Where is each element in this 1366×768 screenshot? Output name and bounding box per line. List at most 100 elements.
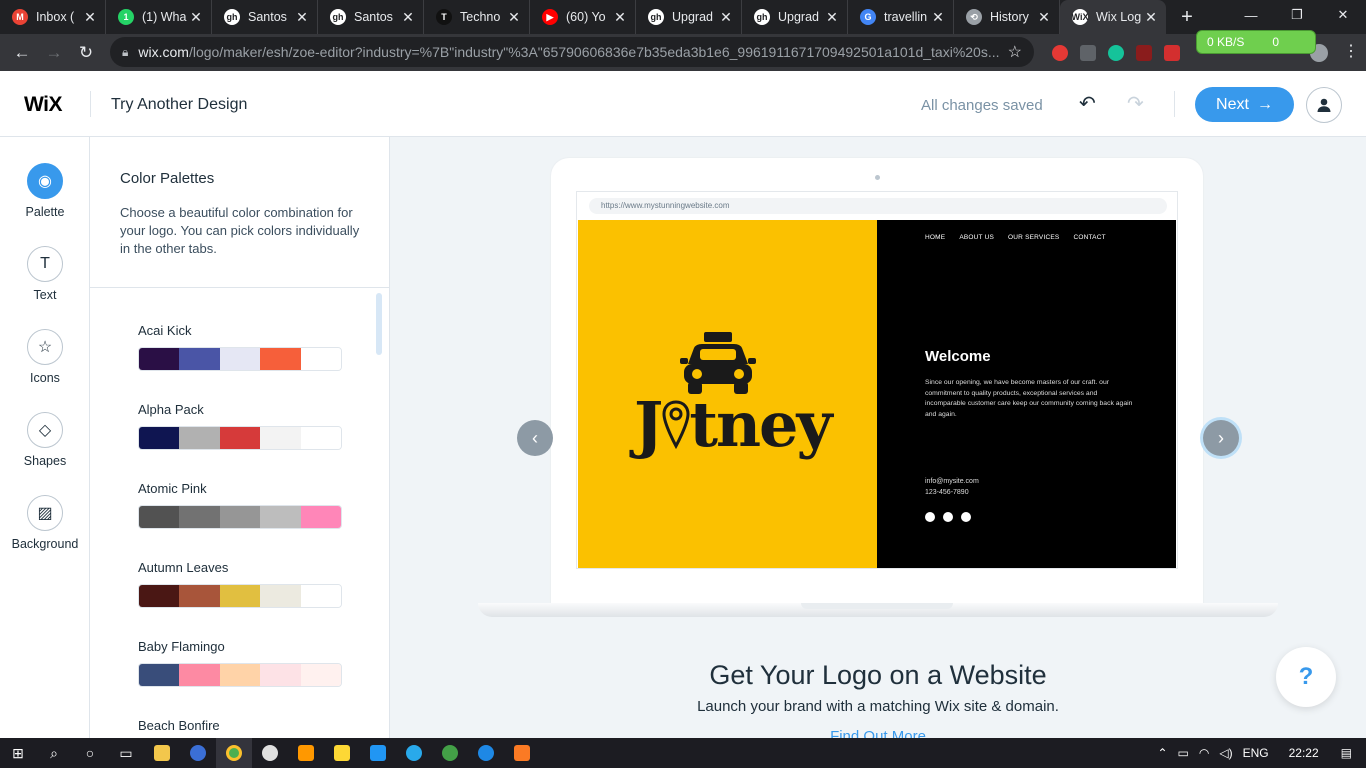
windows-taskbar: ⊞ ⌕ ○ ▭ ⌃ ▭ ◠ ◁) ENG 22:22 ▤ [0,738,1366,768]
bookmark-star-icon[interactable]: ☆ [1008,42,1022,62]
pdf-icon[interactable] [1164,44,1180,61]
info-area: HOME ABOUT US OUR SERVICES CONTACT Welcome … [877,220,1176,568]
tab-close-icon[interactable]: ✕ [507,9,521,26]
chevron-right-icon[interactable]: › [1203,420,1239,456]
extension-icon[interactable] [1080,44,1096,61]
browser-tab[interactable]: 1 (1) Wha ✕ [106,0,212,34]
try-another-design-link[interactable]: Try Another Design [111,96,247,114]
rail-item-icons[interactable]: ☆ Icons [0,329,90,385]
language-indicator[interactable]: ENG [1243,746,1269,760]
user-avatar-button[interactable] [1306,87,1342,123]
app-icon[interactable] [252,738,288,768]
palette-option[interactable]: Baby Flamingo [138,639,342,687]
background-icon: ▨ [27,495,63,531]
url-bar[interactable]: 🔒︎ wix.com/logo/maker/esh/zoe-editor?ind… [110,37,1034,67]
browser-tab[interactable]: T Techno ✕ [424,0,530,34]
palette-option[interactable]: Atomic Pink [138,481,342,529]
color-swatch [219,664,261,686]
windows-start-icon[interactable]: ⊞ [0,738,36,768]
palette-swatches[interactable] [138,347,342,371]
restore-icon[interactable]: ❐ [1274,0,1320,30]
tab-favicon-icon: M [12,9,28,25]
browser-tab[interactable]: gh Upgrad ✕ [742,0,848,34]
wifi-icon[interactable]: ◠ [1199,746,1209,760]
chevron-left-icon[interactable]: ‹ [517,420,553,456]
palette-swatches[interactable] [138,426,342,450]
rail-item-text[interactable]: T Text [0,246,90,302]
file-explorer-icon[interactable] [144,738,180,768]
task-view-icon[interactable]: ▭ [108,738,144,768]
star-icon: ☆ [27,329,63,365]
color-swatch [139,427,180,449]
browser-tab[interactable]: M Inbox (✕ [0,0,106,34]
cortana-icon[interactable]: ○ [72,738,108,768]
color-swatch [139,348,180,370]
tab-close-icon[interactable]: ✕ [1037,9,1051,26]
reload-icon[interactable]: ↻ [70,37,102,69]
clock[interactable]: 22:22 [1289,746,1319,760]
next-button[interactable]: Next → [1195,87,1294,122]
forward-icon[interactable]: → [38,37,70,69]
battery-icon[interactable]: ▭ [1178,746,1189,760]
welcome-heading: Welcome [925,348,991,365]
minimize-icon[interactable]: — [1228,0,1274,30]
browser-tab[interactable]: gh Santos ✕ [318,0,424,34]
menu-icon[interactable]: ⋮ [1342,44,1360,62]
help-button[interactable]: ? [1276,647,1336,707]
browser-tab[interactable]: gh Upgrad ✕ [636,0,742,34]
close-window-icon[interactable]: ✕ [1320,0,1366,30]
tab-close-icon[interactable]: ✕ [719,9,733,26]
rail-item-palette[interactable]: ◉ Palette [0,163,90,219]
xampp-icon[interactable] [504,738,540,768]
search-icon[interactable]: ⌕ [36,738,72,768]
browser-tab[interactable]: ⟲ History ✕ [954,0,1060,34]
new-tab-icon[interactable]: + [1172,2,1202,32]
sublime-icon[interactable] [288,738,324,768]
palette-swatches[interactable] [138,505,342,529]
palette-option[interactable]: Acai Kick [138,323,342,371]
palette-swatches[interactable] [138,663,342,687]
app-icon[interactable] [324,738,360,768]
grammarly-icon[interactable] [1108,44,1124,61]
volume-icon[interactable]: ◁) [1219,746,1232,760]
rail-item-label: Palette [25,205,65,219]
notification-icon[interactable]: ▤ [1341,746,1352,760]
palette-option[interactable]: Autumn Leaves [138,560,342,608]
vscode-icon[interactable] [360,738,396,768]
chrome-icon[interactable] [216,738,252,768]
app-icon[interactable] [180,738,216,768]
tab-close-icon[interactable]: ✕ [1144,9,1158,26]
rail-item-shapes[interactable]: ◇ Shapes [0,412,90,468]
chevron-up-icon[interactable]: ⌃ [1157,746,1167,760]
back-icon[interactable]: ← [6,37,38,69]
telegram-icon[interactable] [396,738,432,768]
undo-icon[interactable]: ↶ [1079,91,1096,116]
teamviewer-icon[interactable] [468,738,504,768]
color-swatch [139,506,180,528]
palette-option[interactable]: Alpha Pack [138,402,342,450]
wix-logo[interactable]: WiX [24,93,62,117]
palette-swatches[interactable] [138,584,342,608]
tab-close-icon[interactable]: ✕ [825,9,839,26]
rail-item-background[interactable]: ▨ Background [0,495,90,551]
adblock-icon[interactable] [1052,44,1068,61]
color-swatch [179,348,220,370]
scrollbar[interactable] [376,293,382,355]
tab-close-icon[interactable]: ✕ [189,9,203,26]
browser-tab[interactable]: ▶ (60) Yo ✕ [530,0,636,34]
browser-tab[interactable]: gh Santos ✕ [212,0,318,34]
extension-icon[interactable] [1136,44,1152,61]
app-icon[interactable] [432,738,468,768]
redo-icon[interactable]: ↷ [1127,91,1144,116]
tab-close-icon[interactable]: ✕ [613,9,627,26]
find-out-more-link[interactable]: Find Out More [390,728,1366,738]
tab-close-icon[interactable]: ✕ [295,9,309,26]
tab-close-icon[interactable]: ✕ [401,9,415,26]
palette-option[interactable]: Beach Bonfire [138,718,342,738]
twitter-icon [943,512,953,522]
tab-close-icon[interactable]: ✕ [931,9,945,26]
browser-tab[interactable]: WiX Wix Log ✕ [1060,0,1166,34]
network-speed-widget[interactable]: 0 KB/S 0 [1196,30,1316,54]
browser-tab[interactable]: Gtravellin ✕ [848,0,954,34]
tab-close-icon[interactable]: ✕ [83,9,97,26]
